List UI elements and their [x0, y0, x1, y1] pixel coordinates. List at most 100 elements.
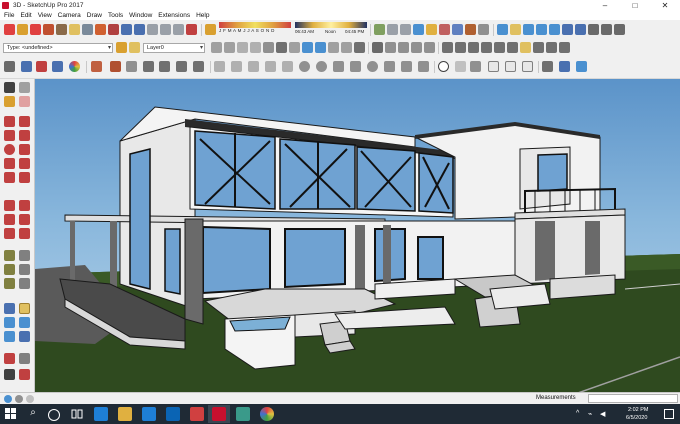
- zoom-extents-tool-icon[interactable]: [4, 331, 15, 342]
- two-point-arc-icon[interactable]: [19, 158, 30, 169]
- next-view-icon[interactable]: [575, 24, 586, 35]
- layers-panel-icon[interactable]: [533, 42, 544, 53]
- volume-icon[interactable]: ◀: [600, 410, 605, 418]
- arc-icon[interactable]: [4, 158, 15, 169]
- tool-b-icon[interactable]: [231, 61, 242, 72]
- freehand-icon[interactable]: [19, 116, 30, 127]
- xray-icon[interactable]: [211, 42, 222, 53]
- scale-icon[interactable]: [4, 228, 15, 239]
- sun-icon[interactable]: [367, 61, 378, 72]
- layer-select[interactable]: Layer0 ▾: [143, 43, 205, 53]
- menu-extensions[interactable]: Extensions: [158, 12, 190, 19]
- undo-icon[interactable]: [121, 24, 132, 35]
- new-file-icon[interactable]: [4, 24, 15, 35]
- view-front-icon[interactable]: [398, 42, 409, 53]
- face-style-icon[interactable]: [302, 42, 313, 53]
- shaded-icon[interactable]: [263, 42, 274, 53]
- check-icon[interactable]: [438, 61, 449, 72]
- copy-icon[interactable]: [160, 24, 171, 35]
- print-icon[interactable]: [43, 24, 54, 35]
- sketchup-taskbar-active[interactable]: [208, 405, 230, 423]
- share-model-icon[interactable]: [82, 24, 93, 35]
- tape-measure-icon[interactable]: [4, 250, 15, 261]
- polygon-icon[interactable]: [19, 144, 30, 155]
- position-camera-tool-icon[interactable]: [4, 353, 15, 364]
- minimize-button[interactable]: –: [590, 0, 620, 11]
- geo-status-icon[interactable]: [4, 395, 12, 403]
- tray-chevron-icon[interactable]: ^: [576, 410, 579, 417]
- select-tool-icon[interactable]: [4, 82, 15, 93]
- component-icon[interactable]: [95, 24, 106, 35]
- tool-c-icon[interactable]: [248, 61, 259, 72]
- orbit-tool-icon[interactable]: [4, 303, 15, 314]
- render-icon[interactable]: [470, 61, 481, 72]
- clock-date[interactable]: 6/5/2020: [626, 415, 647, 421]
- model-info-icon[interactable]: [56, 24, 67, 35]
- circle-icon[interactable]: [4, 144, 15, 155]
- text-editor-icon[interactable]: [236, 407, 250, 421]
- dimensions-tool-icon[interactable]: [19, 250, 30, 261]
- close-button[interactable]: ✕: [650, 0, 680, 11]
- offset-icon[interactable]: [19, 228, 30, 239]
- cone-icon[interactable]: [333, 61, 344, 72]
- drape-icon[interactable]: [159, 61, 170, 72]
- task-view-icon[interactable]: [70, 407, 84, 421]
- tool-d-icon[interactable]: [265, 61, 276, 72]
- previous-tool-icon[interactable]: [19, 331, 30, 342]
- zoom-extents-icon[interactable]: [549, 24, 560, 35]
- three-point-arc-icon[interactable]: [4, 172, 15, 183]
- orbit-icon[interactable]: [497, 24, 508, 35]
- search-icon[interactable]: ⌕: [26, 407, 40, 421]
- app-icon[interactable]: [190, 407, 204, 421]
- style-select[interactable]: Type: <undefined> ▾: [3, 43, 113, 53]
- move-cross-icon[interactable]: [542, 61, 553, 72]
- walk-icon[interactable]: [601, 24, 612, 35]
- scenes-icon[interactable]: [520, 42, 531, 53]
- stamp-icon[interactable]: [143, 61, 154, 72]
- menu-help[interactable]: Help: [196, 12, 209, 19]
- zoom-window-tool-icon[interactable]: [19, 317, 30, 328]
- network-icon[interactable]: ⌁: [588, 410, 592, 418]
- previous-view-icon[interactable]: [562, 24, 573, 35]
- credits-icon[interactable]: [15, 395, 23, 403]
- menu-view[interactable]: View: [38, 12, 52, 19]
- intersect-icon[interactable]: [455, 42, 466, 53]
- view-side-icon[interactable]: [411, 42, 422, 53]
- file-explorer-icon[interactable]: [118, 407, 132, 421]
- rotate-icon[interactable]: [4, 214, 15, 225]
- cortana-icon[interactable]: [48, 409, 60, 421]
- pie-icon[interactable]: [19, 172, 30, 183]
- teapot-icon[interactable]: [455, 61, 466, 72]
- menu-edit[interactable]: Edit: [20, 12, 31, 19]
- edge-browser-icon[interactable]: [94, 407, 108, 421]
- shaded-textures-icon[interactable]: [276, 42, 287, 53]
- text-icon[interactable]: [418, 61, 429, 72]
- clock-time[interactable]: 2:02 PM: [628, 407, 648, 413]
- make-component-icon[interactable]: [19, 82, 30, 93]
- frame-icon[interactable]: [488, 61, 499, 72]
- materials-icon[interactable]: [559, 42, 570, 53]
- warehouse-icon[interactable]: [69, 24, 80, 35]
- help-icon[interactable]: [26, 395, 34, 403]
- maximize-button[interactable]: □: [620, 0, 650, 11]
- eraser-icon[interactable]: [19, 96, 30, 107]
- protractor-icon[interactable]: [4, 264, 15, 275]
- store-icon[interactable]: [142, 407, 156, 421]
- look-around-tool-icon[interactable]: [19, 353, 30, 364]
- frame-2-icon[interactable]: [505, 61, 516, 72]
- menu-file[interactable]: File: [4, 12, 14, 19]
- 3d-text-icon[interactable]: [19, 278, 30, 289]
- sphere-icon[interactable]: [299, 61, 310, 72]
- edge-style-icon[interactable]: [315, 42, 326, 53]
- rectangle-icon[interactable]: [4, 130, 15, 141]
- sandbox-from-scratch-icon[interactable]: [110, 61, 121, 72]
- geo-location-icon[interactable]: [36, 61, 47, 72]
- torus-icon[interactable]: [316, 61, 327, 72]
- right-view-icon[interactable]: [452, 24, 463, 35]
- save-icon[interactable]: [30, 24, 41, 35]
- sandbox-from-contours-icon[interactable]: [91, 61, 102, 72]
- subtract-icon[interactable]: [481, 42, 492, 53]
- depth-cue-icon[interactable]: [341, 42, 352, 53]
- frame-3-icon[interactable]: [522, 61, 533, 72]
- tool-e-icon[interactable]: [282, 61, 293, 72]
